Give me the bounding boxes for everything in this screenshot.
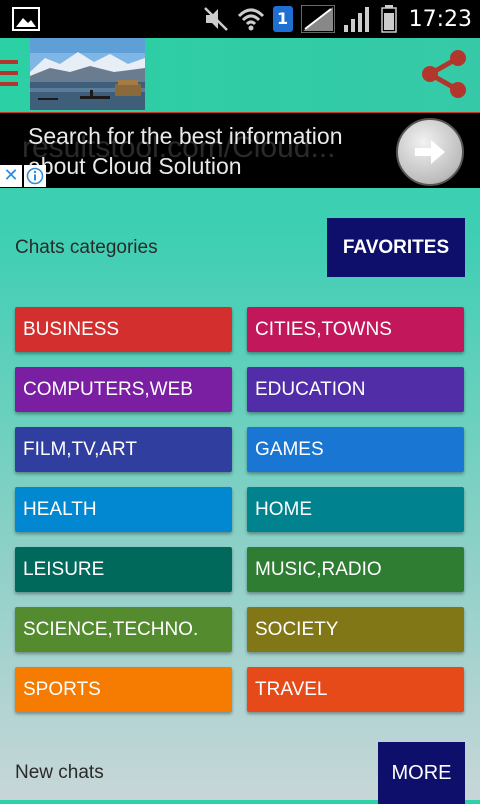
app-logo-image xyxy=(30,38,145,110)
category-button-society[interactable]: SOCIETY xyxy=(247,607,464,652)
battery-icon xyxy=(380,5,397,33)
category-button-education[interactable]: EDUCATION xyxy=(247,367,464,412)
favorites-button[interactable]: FAVORITES xyxy=(327,218,465,277)
signal-icon xyxy=(300,5,335,33)
ad-close-icon[interactable]: ✕ xyxy=(0,165,22,187)
share-icon[interactable] xyxy=(418,48,470,100)
category-button-science-techno[interactable]: SCIENCE,TECHNO. xyxy=(15,607,232,652)
image-icon xyxy=(12,7,40,31)
section-title-categories: Chats categories xyxy=(15,237,158,258)
category-button-cities-towns[interactable]: CITIES,TOWNS xyxy=(247,307,464,352)
ad-text[interactable]: Search for the best information about Cl… xyxy=(28,121,388,181)
category-button-leisure[interactable]: LEISURE xyxy=(15,547,232,592)
app-bar xyxy=(0,38,480,115)
clock: 17:23 xyxy=(408,6,472,32)
category-button-home[interactable]: HOME xyxy=(247,487,464,532)
category-button-sports[interactable]: SPORTS xyxy=(15,667,232,712)
ad-info-icon[interactable] xyxy=(24,165,46,187)
category-button-computers-web[interactable]: COMPUTERS,WEB xyxy=(15,367,232,412)
sim1-icon: 1 xyxy=(272,6,293,32)
category-button-film-tv-art[interactable]: FILM,TV,ART xyxy=(15,427,232,472)
category-button-games[interactable]: GAMES xyxy=(247,427,464,472)
ad-arrow-button[interactable] xyxy=(396,118,464,186)
more-button[interactable]: MORE xyxy=(378,742,465,804)
arrow-right-icon xyxy=(415,140,445,164)
wifi-icon xyxy=(237,8,264,31)
status-bar: 1 17:23 xyxy=(0,0,480,38)
mute-icon xyxy=(203,7,228,31)
sim-number: 1 xyxy=(277,9,289,28)
signal-icon xyxy=(343,7,369,32)
hamburger-icon[interactable] xyxy=(0,60,20,90)
ad-banner[interactable]: resultstool.com/Cloud... Search for the … xyxy=(0,113,480,188)
category-button-health[interactable]: HEALTH xyxy=(15,487,232,532)
category-button-business[interactable]: BUSINESS xyxy=(15,307,232,352)
category-button-travel[interactable]: TRAVEL xyxy=(247,667,464,712)
category-button-music-radio[interactable]: MUSIC,RADIO xyxy=(247,547,464,592)
section-title-new-chats: New chats xyxy=(15,762,104,783)
